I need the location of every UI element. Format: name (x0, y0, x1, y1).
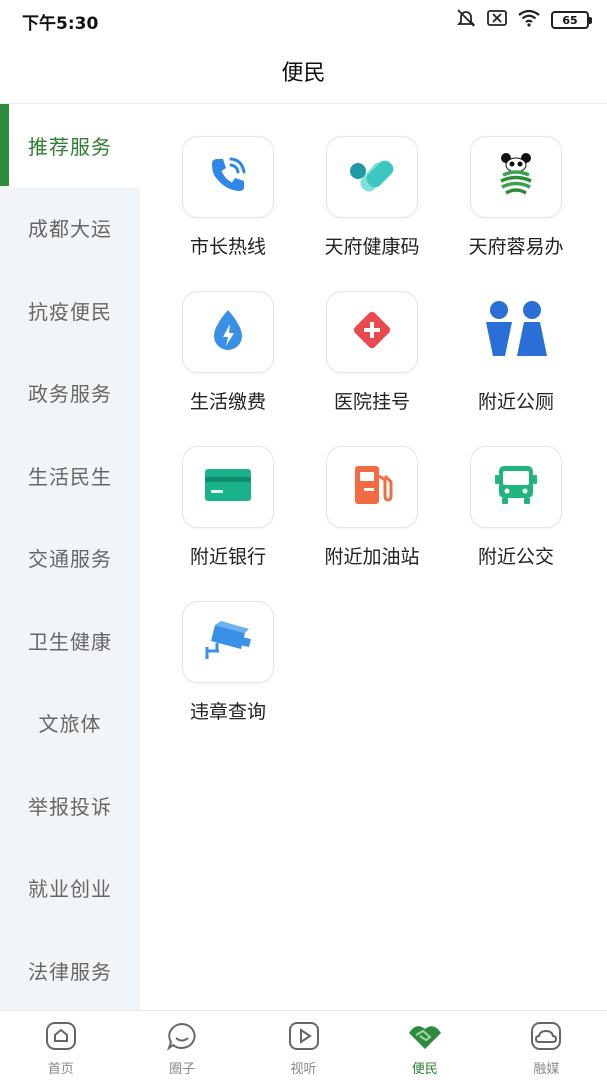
service-mayor-hotline[interactable]: 市长热线 (156, 136, 300, 259)
service-nearby-bank[interactable]: 附近银行 (156, 446, 300, 569)
service-label: 附近公交 (477, 546, 554, 568)
sidebar-item-label: 交通服务 (28, 547, 112, 572)
service-label: 天府健康码 (324, 236, 420, 258)
toilet-icon (482, 300, 550, 364)
sidebar-item-label: 成都大运 (28, 217, 112, 242)
icon-tile (470, 136, 562, 218)
sidebar-item-health[interactable]: 卫生健康 (0, 599, 140, 682)
nav-label: 首页 (47, 1062, 74, 1077)
sidebar-item-label: 就业创业 (28, 877, 112, 902)
sidebar-item-label: 生活民生 (28, 464, 112, 489)
nav-label: 视听 (290, 1062, 317, 1077)
icon-tile (182, 446, 274, 528)
nav-label: 融媒 (533, 1062, 560, 1077)
service-rongyiban[interactable]: 天府蓉易办 (444, 136, 588, 259)
nav-home[interactable]: 首页 (0, 1011, 121, 1080)
nav-media[interactable]: 视听 (243, 1011, 364, 1080)
nav-rongmei[interactable]: 融媒 (486, 1011, 607, 1080)
play-icon (287, 1021, 321, 1055)
service-label: 市长热线 (189, 236, 266, 258)
page-title: 便民 (281, 60, 326, 86)
sidebar-item-epidemic[interactable]: 抗疫便民 (0, 269, 140, 352)
battery-icon: 65 (551, 11, 592, 29)
service-label: 附近加油站 (324, 546, 420, 568)
icon-tile (326, 291, 418, 373)
sidebar-item-culture[interactable]: 文旅体 (0, 682, 140, 765)
nav-label: 便民 (411, 1062, 438, 1077)
category-sidebar: 推荐服务 成都大运 抗疫便民 政务服务 生活民生 交通服务 卫生健康 文旅体 举… (0, 104, 140, 1010)
icon-tile (182, 136, 274, 218)
icon-tile (326, 446, 418, 528)
icon-tile (182, 601, 274, 683)
icon-tile (326, 136, 418, 218)
icon-tile (470, 446, 562, 528)
nav-services[interactable]: 便民 (364, 1011, 485, 1080)
sidebar-item-livelihood[interactable]: 生活民生 (0, 434, 140, 517)
service-label: 附近公厕 (477, 391, 554, 413)
service-nearby-toilet[interactable]: 附近公厕 (444, 291, 588, 414)
sidebar-item-label: 文旅体 (38, 712, 102, 737)
bank-card-icon (203, 465, 253, 509)
camera-icon (201, 617, 255, 667)
sidebar-item-label: 卫生健康 (28, 629, 112, 654)
header: 便民 (0, 38, 607, 104)
panda-icon (493, 151, 539, 203)
status-icons: 65 (455, 8, 592, 32)
cloud-icon (529, 1021, 563, 1055)
sidebar-item-universiade[interactable]: 成都大运 (0, 187, 140, 270)
service-label: 医院挂号 (333, 391, 410, 413)
medical-cross-icon (348, 306, 396, 358)
status-bar: 下午5:30 65 (0, 0, 607, 38)
bus-icon (492, 462, 540, 512)
sidebar-item-legal[interactable]: 法律服务 (0, 929, 140, 1012)
service-label: 违章查询 (189, 701, 266, 723)
battery-level: 65 (562, 13, 578, 27)
handshake-icon (406, 1021, 444, 1055)
sidebar-item-label: 政务服务 (28, 382, 112, 407)
sidebar-item-label: 推荐服务 (28, 134, 112, 159)
sidebar-item-label: 法律服务 (28, 959, 112, 984)
no-sim-icon (487, 10, 507, 30)
sidebar-item-label: 举报投诉 (28, 794, 112, 819)
water-drop-icon (206, 306, 250, 358)
sidebar-item-traffic[interactable]: 交通服务 (0, 517, 140, 600)
fuel-icon (349, 462, 395, 512)
service-label: 生活缴费 (189, 391, 266, 413)
icon-tile (182, 291, 274, 373)
service-grid: 市长热线 天府健康码 天府蓉易办 生活缴费 医院挂号 附近公厕 附近银行 附近加… (140, 104, 607, 723)
home-icon (44, 1021, 78, 1055)
service-label: 天府蓉易办 (468, 236, 564, 258)
chat-icon (165, 1021, 199, 1055)
bottom-nav: 首页 圈子 视听 便民 融媒 (0, 1010, 607, 1080)
mute-icon (455, 8, 477, 32)
service-nearby-bus[interactable]: 附近公交 (444, 446, 588, 569)
service-label: 附近银行 (189, 546, 266, 568)
phone-icon (204, 151, 252, 203)
service-utility-payment[interactable]: 生活缴费 (156, 291, 300, 414)
nav-label: 圈子 (169, 1062, 196, 1077)
sidebar-item-government[interactable]: 政务服务 (0, 352, 140, 435)
service-hospital-registration[interactable]: 医院挂号 (300, 291, 444, 414)
nav-circle[interactable]: 圈子 (121, 1011, 242, 1080)
sidebar-item-recommended[interactable]: 推荐服务 (0, 104, 140, 187)
sidebar-item-label: 抗疫便民 (28, 299, 112, 324)
service-nearby-gas-station[interactable]: 附近加油站 (300, 446, 444, 569)
service-violation-query[interactable]: 违章查询 (156, 601, 300, 724)
icon-tile (470, 291, 562, 373)
service-health-code[interactable]: 天府健康码 (300, 136, 444, 259)
sidebar-item-employment[interactable]: 就业创业 (0, 847, 140, 930)
sidebar-item-complaint[interactable]: 举报投诉 (0, 764, 140, 847)
wifi-icon (517, 9, 541, 31)
status-time: 下午5:30 (22, 14, 99, 34)
health-code-icon (344, 155, 400, 199)
